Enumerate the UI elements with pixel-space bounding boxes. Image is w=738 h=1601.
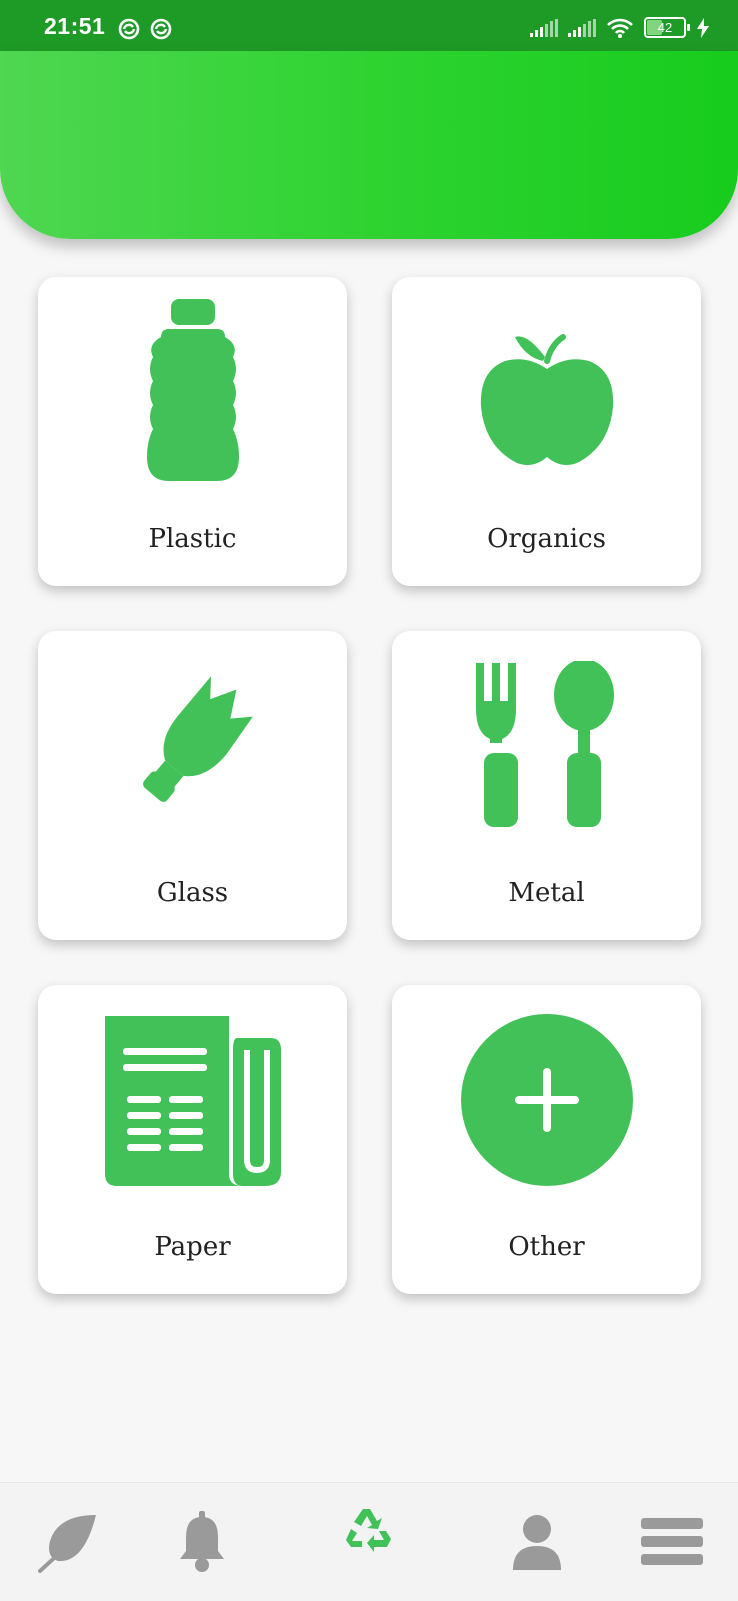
broken-bottle-icon <box>142 676 253 802</box>
newspaper-icon <box>104 1016 281 1186</box>
signal-icon <box>568 18 596 37</box>
battery-icon: 42 <box>644 17 690 38</box>
sync-icon <box>118 18 140 40</box>
status-bar: 21:51 42 <box>0 0 738 51</box>
header-banner <box>0 51 738 239</box>
nav-item-leaf[interactable] <box>30 1483 110 1601</box>
category-label: Paper <box>154 1232 231 1262</box>
category-card-organics[interactable]: Organics <box>392 277 701 586</box>
menu-icon <box>641 1518 703 1565</box>
status-time: 21:51 <box>44 13 106 39</box>
charging-icon <box>697 17 709 38</box>
category-card-metal[interactable]: Metal <box>392 631 701 940</box>
category-card-plastic[interactable]: Plastic <box>38 277 347 586</box>
nav-item-menu[interactable] <box>629 1483 715 1601</box>
category-label: Organics <box>487 524 606 554</box>
category-label: Glass <box>156 878 229 908</box>
plus-circle-icon <box>460 1014 633 1186</box>
sync-icon <box>150 18 172 40</box>
wifi-icon <box>607 18 633 38</box>
nav-item-notifications[interactable] <box>162 1483 242 1601</box>
category-label: Plastic <box>148 524 237 554</box>
bell-icon <box>180 1511 224 1572</box>
nav-item-recycle[interactable] <box>329 1483 409 1601</box>
category-card-glass[interactable]: Glass <box>38 631 347 940</box>
category-card-other[interactable]: Other <box>392 985 701 1294</box>
category-card-paper[interactable]: Paper <box>38 985 347 1294</box>
recycle-icon <box>346 1509 391 1552</box>
fork-spoon-icon <box>475 661 614 827</box>
battery-level: 42 <box>657 20 673 35</box>
apple-icon <box>480 334 613 465</box>
signal-icon <box>530 18 558 37</box>
category-label: Metal <box>508 878 585 908</box>
category-label: Other <box>508 1232 585 1262</box>
bottom-nav <box>0 1482 738 1601</box>
leaf-icon <box>38 1515 96 1573</box>
nav-item-profile[interactable] <box>497 1483 577 1601</box>
user-icon <box>513 1515 561 1570</box>
bottle-icon <box>146 299 239 481</box>
